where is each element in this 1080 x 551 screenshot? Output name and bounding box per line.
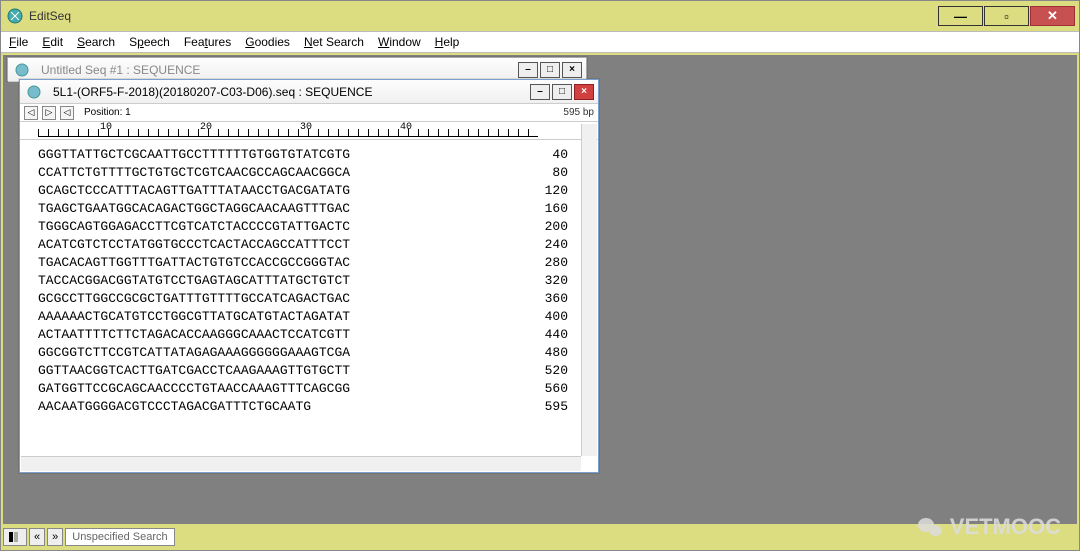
window-maximize-button[interactable]: ▫ (984, 6, 1029, 26)
status-search-field[interactable]: Unspecified Search (65, 528, 174, 546)
sequence-bases[interactable]: TACCACGGACGGTATGTCCTGAGTAGCATTTATGCTGTCT (38, 272, 350, 290)
background-window-title: Untitled Seq #1 : SEQUENCE (41, 63, 513, 77)
app-title: EditSeq (29, 9, 937, 23)
sequence-row[interactable]: GGCGGTCTTCCGTCATTATAGAGAAAGGGGGGAAAGTCGA… (38, 344, 588, 362)
sequence-row[interactable]: TGGGCAGTGGAGACCTTCGTCATCTACCCCGTATTGACTC… (38, 218, 588, 236)
menu-window[interactable]: Window (378, 35, 421, 49)
sequence-end-position: 320 (488, 272, 588, 290)
sequence-end-position: 80 (488, 164, 588, 182)
sequence-bases[interactable]: GGGTTATTGCTCGCAATTGCCTTTTTTGTGGTGTATCGTG (38, 146, 350, 164)
length-indicator: 595 bp (563, 107, 594, 118)
sequence-end-position: 360 (488, 290, 588, 308)
menu-speech[interactable]: Speech (129, 35, 170, 49)
sequence-toolbar: ◁ ▷ ◁ Position: 1 595 bp (20, 104, 598, 122)
sequence-end-position: 480 (488, 344, 588, 362)
sequence-row[interactable]: TGACACAGTTGGTTTGATTACTGTGTCCACCGCCGGGTAC… (38, 254, 588, 272)
sequence-row[interactable]: GGGTTATTGCTCGCAATTGCCTTTTTTGTGGTGTATCGTG… (38, 146, 588, 164)
statusbar: « » Unspecified Search (3, 526, 175, 548)
sequence-bases[interactable]: TGACACAGTTGGTTTGATTACTGTGTCCACCGCCGGGTAC (38, 254, 350, 272)
toolbar-back-icon[interactable]: ◁ (60, 106, 74, 120)
sequence-end-position: 520 (488, 362, 588, 380)
menu-features[interactable]: Features (184, 35, 231, 49)
toolbar-play-icon[interactable]: ▷ (42, 106, 56, 120)
sequence-end-position: 40 (488, 146, 588, 164)
status-prev-button[interactable]: « (29, 528, 45, 546)
watermark-text: VETMOOC (950, 514, 1061, 540)
sequence-bases[interactable]: GATGGTTCCGCAGCAACCCCTGTAACCAAAGTTTCAGCGG (38, 380, 350, 398)
bg-maximize-button[interactable]: □ (540, 62, 560, 78)
menubar: File Edit Search Speech Features Goodies… (1, 31, 1079, 53)
doc-icon (26, 84, 42, 100)
sequence-row[interactable]: GATGGTTCCGCAGCAACCCCTGTAACCAAAGTTTCAGCGG… (38, 380, 588, 398)
horizontal-scrollbar[interactable] (21, 456, 581, 471)
window-minimize-button[interactable]: — (938, 6, 983, 26)
sequence-window-controls: – □ × (530, 84, 594, 100)
window-close-button[interactable]: ✕ (1030, 6, 1075, 26)
sequence-row[interactable]: GCGCCTTGGCCGCGCTGATTTGTTTTGCCATCAGACTGAC… (38, 290, 588, 308)
sequence-row[interactable]: ACATCGTCTCCTATGGTGCCCTCACTACCAGCCATTTCCT… (38, 236, 588, 254)
sequence-bases[interactable]: AACAATGGGGACGTCCCTAGACGATTTCTGCAATG (38, 398, 311, 416)
menu-file[interactable]: File (9, 35, 28, 49)
sequence-text-area[interactable]: GGGTTATTGCTCGCAATTGCCTTTTTTGTGGTGTATCGTG… (20, 140, 598, 446)
sequence-row[interactable]: AACAATGGGGACGTCCCTAGACGATTTCTGCAATG 595 (38, 398, 588, 416)
sequence-bases[interactable]: CCATTCTGTTTTGCTGTGCTCGTCAACGCCAGCAACGGCA (38, 164, 350, 182)
toolbar-prev-icon[interactable]: ◁ (24, 106, 38, 120)
ruler-line (38, 129, 538, 137)
background-window-controls: – □ × (518, 62, 582, 78)
doc-icon (14, 62, 30, 78)
position-indicator: Position: 1 (84, 107, 131, 118)
sequence-bases[interactable]: GGTTAACGGTCACTTGATCGACCTCAAGAAAGTTGTGCTT (38, 362, 350, 380)
bg-close-button[interactable]: × (562, 62, 582, 78)
sequence-end-position: 160 (488, 200, 588, 218)
sequence-end-position: 400 (488, 308, 588, 326)
sequence-row[interactable]: AAAAAACTGCATGTCCTGGCGTTATGCATGTACTAGATAT… (38, 308, 588, 326)
app-window: EditSeq — ▫ ✕ File Edit Search Speech Fe… (0, 0, 1080, 551)
seq-minimize-button[interactable]: – (530, 84, 550, 100)
sequence-end-position: 200 (488, 218, 588, 236)
sequence-bases[interactable]: ACTAATTTTCTTCTAGACACCAAGGGCAAACTCCATCGTT (38, 326, 350, 344)
sequence-row[interactable]: GCAGCTCCCATTTACAGTTGATTTATAACCTGACGATATG… (38, 182, 588, 200)
sequence-bases[interactable]: AAAAAACTGCATGTCCTGGCGTTATGCATGTACTAGATAT (38, 308, 350, 326)
sequence-row[interactable]: ACTAATTTTCTTCTAGACACCAAGGGCAAACTCCATCGTT… (38, 326, 588, 344)
sequence-end-position: 595 (488, 398, 588, 416)
sequence-bases[interactable]: TGAGCTGAATGGCACAGACTGGCTAGGCAACAAGTTTGAC (38, 200, 350, 218)
app-titlebar[interactable]: EditSeq — ▫ ✕ (1, 1, 1079, 31)
menu-goodies[interactable]: Goodies (245, 35, 290, 49)
menu-search[interactable]: Search (77, 35, 115, 49)
app-icon (7, 8, 23, 24)
sequence-bases[interactable]: GCAGCTCCCATTTACAGTTGATTTATAACCTGACGATATG (38, 182, 350, 200)
status-tool-icon[interactable] (3, 528, 27, 546)
sequence-row[interactable]: TGAGCTGAATGGCACAGACTGGCTAGGCAACAAGTTTGAC… (38, 200, 588, 218)
sequence-bases[interactable]: TGGGCAGTGGAGACCTTCGTCATCTACCCCGTATTGACTC (38, 218, 350, 236)
sequence-end-position: 240 (488, 236, 588, 254)
sequence-bases[interactable]: GCGCCTTGGCCGCGCTGATTTGTTTTGCCATCAGACTGAC (38, 290, 350, 308)
menu-help[interactable]: Help (435, 35, 460, 49)
sequence-row[interactable]: TACCACGGACGGTATGTCCTGAGTAGCATTTATGCTGTCT… (38, 272, 588, 290)
sequence-end-position: 280 (488, 254, 588, 272)
sequence-row[interactable]: CCATTCTGTTTTGCTGTGCTCGTCAACGCCAGCAACGGCA… (38, 164, 588, 182)
seq-close-button[interactable]: × (574, 84, 594, 100)
status-next-button[interactable]: » (47, 528, 63, 546)
vertical-scrollbar[interactable] (581, 124, 597, 456)
wechat-icon (918, 514, 944, 540)
background-sequence-window[interactable]: Untitled Seq #1 : SEQUENCE – □ × (7, 57, 587, 81)
sequence-window[interactable]: 5L1-(ORF5-F-2018)(20180207-C03-D06).seq … (19, 79, 599, 473)
menu-edit[interactable]: Edit (42, 35, 63, 49)
ruler: 10 20 30 40 (20, 122, 598, 140)
bg-minimize-button[interactable]: – (518, 62, 538, 78)
sequence-end-position: 440 (488, 326, 588, 344)
sequence-row[interactable]: GGTTAACGGTCACTTGATCGACCTCAAGAAAGTTGTGCTT… (38, 362, 588, 380)
seq-maximize-button[interactable]: □ (552, 84, 572, 100)
mdi-client-area: Untitled Seq #1 : SEQUENCE – □ × 5L1-(OR… (3, 55, 1077, 524)
sequence-bases[interactable]: ACATCGTCTCCTATGGTGCCCTCACTACCAGCCATTTCCT (38, 236, 350, 254)
menu-netsearch[interactable]: Net Search (304, 35, 364, 49)
sequence-window-title: 5L1-(ORF5-F-2018)(20180207-C03-D06).seq … (53, 85, 525, 99)
sequence-end-position: 120 (488, 182, 588, 200)
sequence-end-position: 560 (488, 380, 588, 398)
watermark: VETMOOC (918, 514, 1061, 540)
sequence-bases[interactable]: GGCGGTCTTCCGTCATTATAGAGAAAGGGGGGAAAGTCGA (38, 344, 350, 362)
